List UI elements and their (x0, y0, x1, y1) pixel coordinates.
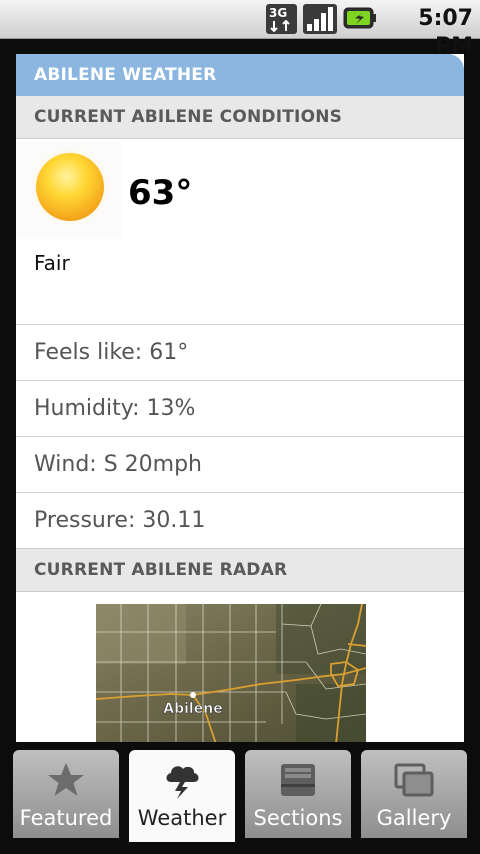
page-title: ABILENE WEATHER (16, 54, 464, 96)
tab-featured-label: Featured (19, 806, 113, 830)
signal-strength-icon (303, 4, 337, 34)
current-temperature: 63° (128, 173, 193, 213)
humidity-row: Humidity: 13% (16, 381, 464, 437)
tab-weather[interactable]: Weather (129, 750, 235, 842)
tab-gallery[interactable]: Gallery (361, 750, 467, 838)
wind-row: Wind: S 20mph (16, 437, 464, 493)
status-bar: 3G 5:07 PM (0, 0, 480, 59)
conditions-header: CURRENT ABILENE CONDITIONS (16, 96, 464, 139)
abilene-marker (190, 692, 196, 698)
inbox-tray-icon (281, 764, 315, 796)
tab-sections[interactable]: Sections (245, 750, 351, 838)
storm-cloud-icon (166, 766, 199, 799)
network-type-text: 3G (269, 6, 287, 20)
weather-icon-box (16, 143, 122, 239)
humidity-text: Humidity: 13% (34, 396, 196, 421)
feels-like-text: Feels like: 61° (34, 340, 189, 365)
abilene-map-label: Abilene (163, 701, 222, 717)
radar-section: Abilene (16, 592, 464, 742)
tab-gallery-label: Gallery (376, 806, 452, 830)
pressure-row: Pressure: 30.11 (16, 493, 464, 549)
status-time: 5:07 PM (418, 6, 473, 59)
feels-like-row: Feels like: 61° (16, 325, 464, 381)
battery-charging-icon (343, 7, 376, 29)
radar-map-image[interactable]: Abilene (96, 604, 366, 742)
condition-summary: Fair (34, 251, 70, 275)
star-icon (48, 763, 84, 796)
radar-header: CURRENT ABILENE RADAR (16, 549, 464, 592)
3g-network-icon: 3G (266, 4, 297, 34)
bottom-tab-bar: Featured Weather Sections Gallery (0, 742, 480, 854)
current-conditions: 63° Fair (16, 139, 464, 325)
tab-sections-label: Sections (253, 806, 343, 830)
weather-panel[interactable]: ABILENE WEATHER CURRENT ABILENE CONDITIO… (16, 54, 464, 742)
pressure-text: Pressure: 30.11 (34, 508, 206, 533)
sun-icon (26, 143, 114, 231)
wind-text: Wind: S 20mph (34, 452, 202, 477)
gallery-icon (394, 763, 434, 797)
tab-weather-label: Weather (137, 806, 227, 830)
tab-featured[interactable]: Featured (13, 750, 119, 838)
